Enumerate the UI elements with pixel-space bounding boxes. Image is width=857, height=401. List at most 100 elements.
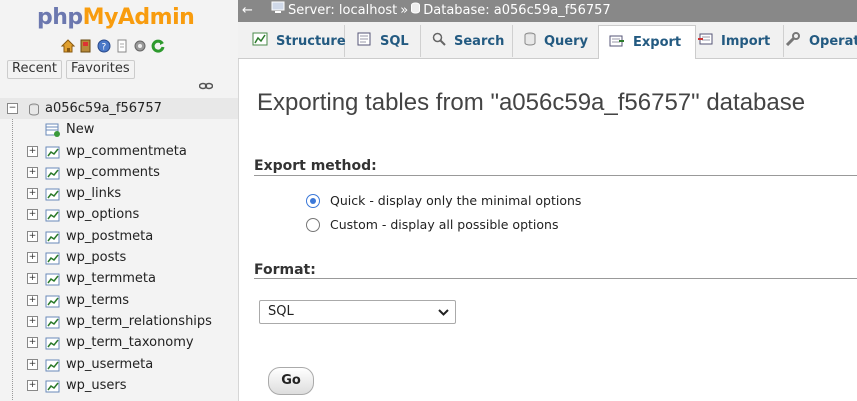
expand-icon[interactable]: + [27, 230, 38, 242]
chevron-down-icon [438, 301, 449, 331]
reload-icon[interactable] [150, 38, 166, 54]
tree-table-item[interactable]: + wp_termmeta [0, 268, 238, 289]
tab-sql[interactable]: SQL [346, 25, 421, 57]
tab-export[interactable]: Export [598, 25, 696, 59]
export-icon [609, 34, 625, 52]
table-icon [45, 230, 61, 244]
tree-table-item[interactable]: + wp_posts [0, 247, 238, 268]
table-name[interactable]: wp_comments [66, 162, 160, 183]
table-icon [45, 315, 61, 329]
tree-table-item[interactable]: + wp_postmeta [0, 226, 238, 247]
page-title: Exporting tables from "a056c59a_f56757" … [257, 89, 806, 116]
expand-icon[interactable]: + [27, 273, 38, 285]
recent-button[interactable]: Recent [7, 60, 62, 79]
tree-table-item[interactable]: + wp_term_taxonomy [0, 332, 238, 353]
table-icon [45, 336, 61, 350]
navigation-panel: phpMyAdmin ? Recent Favorites − a056c59a… [0, 0, 239, 401]
tree-database[interactable]: − a056c59a_f56757 [0, 98, 238, 120]
database-tree: − a056c59a_f56757 New + wp_commentmeta + wp… [0, 98, 238, 396]
structure-icon [252, 32, 268, 50]
tree-new[interactable]: New [0, 119, 238, 140]
breadcrumb: Server: localhost » Database: a056c59a_f… [271, 0, 611, 22]
export-method-heading: Export method: [254, 158, 377, 174]
divider [254, 175, 857, 176]
expand-icon[interactable]: + [27, 166, 38, 178]
expand-icon[interactable]: + [27, 379, 38, 391]
tree-table-item[interactable]: + wp_comments [0, 162, 238, 183]
table-name[interactable]: wp_usermeta [66, 354, 153, 375]
tree-table-item[interactable]: + wp_links [0, 183, 238, 204]
quick-label[interactable]: Quick - display only the minimal options [330, 193, 581, 208]
phpmyadmin-logo[interactable]: phpMyAdmin [37, 5, 195, 30]
expand-icon[interactable]: + [27, 358, 38, 370]
tree-table-item[interactable]: + wp_terms [0, 290, 238, 311]
help-icon[interactable]: ? [96, 38, 112, 54]
table-icon [45, 187, 61, 201]
tab-search[interactable]: Search [422, 25, 513, 57]
expand-icon[interactable]: + [27, 294, 38, 306]
breadcrumb-database[interactable]: Database: a056c59a_f56757 [423, 0, 610, 22]
recent-favorites-tabs: Recent Favorites [7, 60, 135, 79]
database-icon [411, 0, 421, 22]
breadcrumb-server[interactable]: Server: localhost [288, 0, 397, 22]
table-icon [45, 166, 61, 180]
custom-label[interactable]: Custom - display all possible options [330, 217, 558, 232]
new-table-link[interactable]: New [66, 119, 94, 140]
favorites-button[interactable]: Favorites [65, 60, 135, 79]
tree-table-item[interactable]: + wp_options [0, 204, 238, 225]
format-select[interactable]: SQL [259, 300, 456, 324]
table-name[interactable]: wp_options [66, 204, 139, 225]
expand-icon[interactable]: + [27, 145, 38, 157]
svg-text:?: ? [102, 43, 107, 53]
table-name[interactable]: wp_termmeta [66, 268, 156, 289]
settings-icon[interactable] [132, 38, 148, 54]
table-icon [45, 272, 61, 286]
expand-icon[interactable]: + [27, 337, 38, 349]
database-name[interactable]: a056c59a_f56757 [45, 98, 162, 119]
search-icon [432, 32, 446, 50]
tab-structure[interactable]: Structure [242, 25, 346, 57]
table-name[interactable]: wp_commentmeta [66, 141, 187, 162]
table-icon [45, 251, 61, 265]
logo-php: php [37, 5, 83, 30]
link-with-main-panel-icon[interactable] [198, 80, 214, 95]
tree-table-item[interactable]: + wp_usermeta [0, 354, 238, 375]
go-button[interactable]: Go [268, 367, 314, 395]
tab-operations[interactable]: Operati [775, 25, 857, 57]
table-name[interactable]: wp_terms [66, 290, 129, 311]
tab-label: Structure [276, 33, 346, 49]
table-name[interactable]: wp_links [66, 183, 121, 204]
tree-table-item[interactable]: + wp_users [0, 375, 238, 396]
table-name[interactable]: wp_postmeta [66, 226, 153, 247]
tree-table-item[interactable]: + wp_term_relationships [0, 311, 238, 332]
expand-icon[interactable]: + [27, 252, 38, 264]
table-icon [45, 358, 61, 372]
expand-icon[interactable]: + [27, 188, 38, 200]
quick-radio[interactable] [306, 193, 320, 208]
docs-icon[interactable] [114, 38, 130, 54]
table-name[interactable]: wp_term_taxonomy [66, 332, 194, 353]
tab-label: Search [454, 33, 505, 49]
tab-import[interactable]: Import [687, 25, 784, 57]
custom-radio[interactable] [306, 217, 320, 232]
home-icon[interactable] [60, 38, 76, 54]
table-name[interactable]: wp_term_relationships [66, 311, 212, 332]
expand-icon[interactable]: + [27, 315, 38, 327]
tree-table-item[interactable]: + wp_commentmeta [0, 141, 238, 162]
collapse-nav-arrow-icon[interactable]: ← [242, 0, 253, 22]
table-name[interactable]: wp_posts [66, 247, 126, 268]
tab-label: Export [633, 35, 682, 50]
format-selected-value: SQL [268, 304, 294, 319]
tab-label: SQL [380, 33, 409, 49]
table-name[interactable]: wp_users [66, 375, 127, 396]
tab-label: Import [721, 33, 771, 49]
custom-option[interactable]: Custom - display all possible options [306, 217, 558, 232]
logout-icon[interactable] [78, 38, 94, 54]
breadcrumb-bar: ← Server: localhost » Database: a056c59a… [238, 0, 857, 22]
quick-option[interactable]: Quick - display only the minimal options [306, 193, 581, 208]
divider [254, 278, 857, 279]
expand-icon[interactable]: + [27, 209, 38, 221]
tab-query[interactable]: Query [514, 25, 602, 57]
collapse-icon[interactable]: − [7, 103, 18, 114]
import-icon [697, 32, 713, 50]
